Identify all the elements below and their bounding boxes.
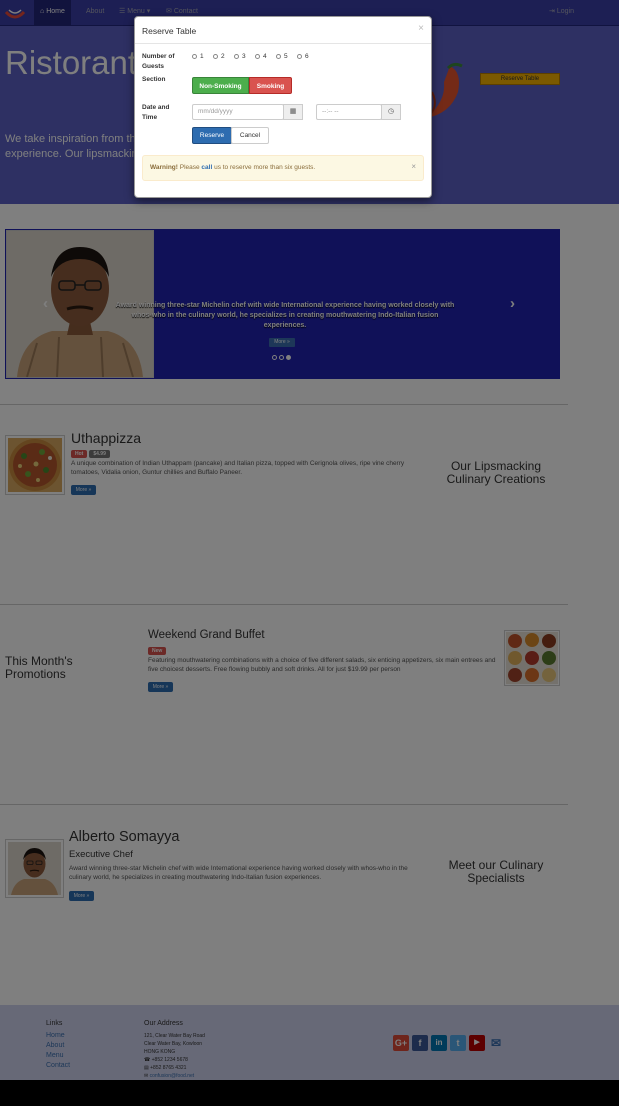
reserve-table-modal: Reserve Table × Number of Guests 1 2 3 4… [134,16,432,198]
warning-text-pre: Please [179,164,200,171]
radio-icon [297,54,302,59]
guest-radio-6[interactable]: 6 [297,53,309,60]
smoking-button[interactable]: Smoking [249,77,292,94]
modal-title: Reserve Table [142,26,197,36]
guest-radio-3[interactable]: 3 [234,53,246,60]
warning-text-post: us to reserve more than six guests. [214,164,316,171]
radio-icon [276,54,281,59]
alert-close-icon[interactable]: × [411,162,416,171]
guest-radio-4[interactable]: 4 [255,53,267,60]
radio-icon [213,54,218,59]
guests-label: Number of Guests [142,53,175,70]
radio-icon [192,54,197,59]
radio-icon [255,54,260,59]
radio-icon [234,54,239,59]
warning-alert: Warning! Please call us to reserve more … [142,155,424,181]
modal-header: Reserve Table × [135,17,431,44]
guest-radio-1[interactable]: 1 [192,53,204,60]
reserve-button[interactable]: Reserve [192,127,232,144]
warning-strong: Warning! [150,164,178,171]
section-label: Section [142,76,166,83]
close-icon[interactable]: × [418,23,424,34]
clock-icon[interactable]: ◷ [381,104,401,120]
time-input[interactable]: --:-- -- [316,104,382,120]
calendar-icon[interactable]: ▦ [283,104,303,120]
datetime-label: Date and Time [142,104,170,121]
call-link[interactable]: call [201,164,212,171]
non-smoking-button[interactable]: Non-Smoking [192,77,249,94]
cancel-button[interactable]: Cancel [231,127,269,144]
date-input[interactable]: mm/dd/yyyy [192,104,284,120]
guest-radio-5[interactable]: 5 [276,53,288,60]
guest-radio-2[interactable]: 2 [213,53,225,60]
